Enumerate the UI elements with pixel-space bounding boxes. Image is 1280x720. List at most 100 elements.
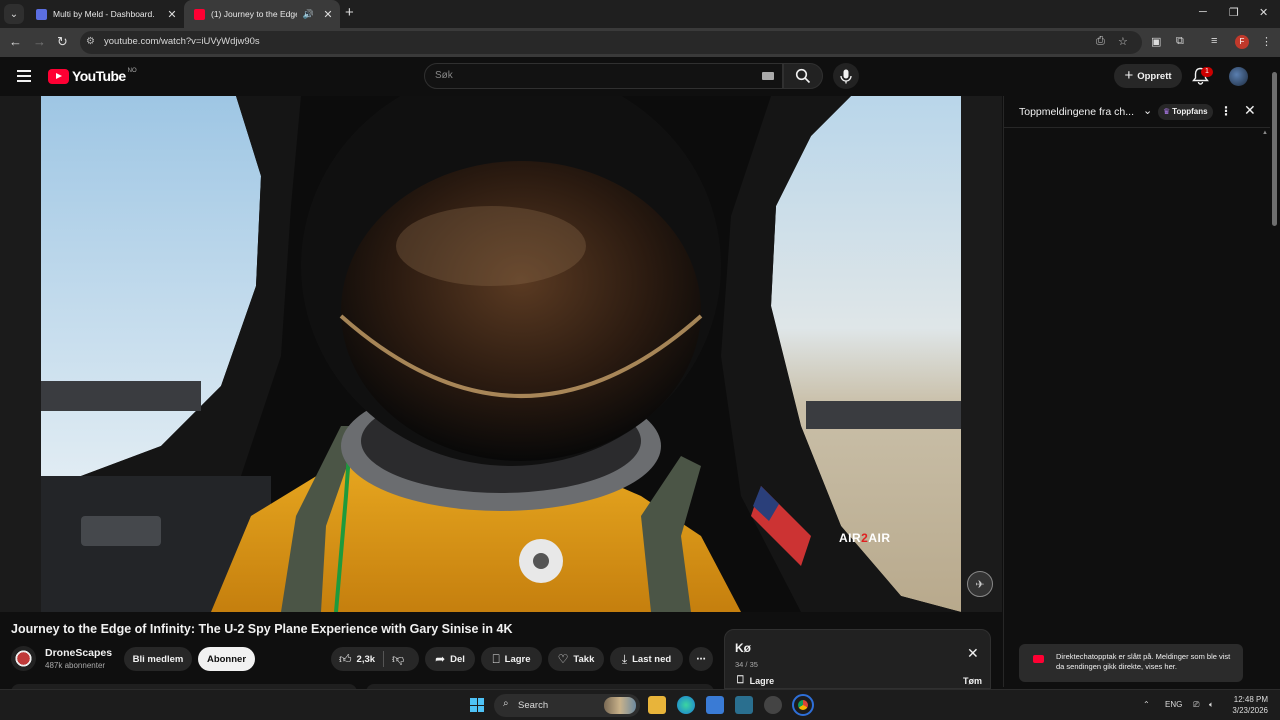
search-highlight-image	[604, 697, 636, 714]
back-arrow-icon[interactable]: ←	[9, 34, 22, 49]
minimize-icon[interactable]: ─	[1199, 6, 1207, 18]
channel-name[interactable]: DroneScapes	[45, 647, 112, 659]
search-input[interactable]	[435, 70, 735, 81]
video-player[interactable]: AIR2AIR	[41, 96, 961, 612]
network-icon[interactable]: ⎚	[1193, 700, 1199, 710]
thanks-button[interactable]: ♡ Takk	[548, 647, 604, 671]
toast-message: Direktechatopptak er slått på. Meldinger…	[1056, 652, 1231, 671]
address-bar[interactable]: ⚙ youtube.com/watch?v=iUVyWdjw90s ⎙ ☆	[80, 31, 1142, 54]
crown-icon: ♛	[1163, 107, 1171, 116]
chrome-browser-icon[interactable]	[792, 694, 814, 716]
chat-app-icon[interactable]	[764, 696, 782, 714]
search-icon: ⌕	[503, 698, 509, 709]
tab-close-icon[interactable]: ✕	[164, 8, 180, 21]
ambient-left	[0, 96, 41, 612]
speaker-icon[interactable]: 🔊	[303, 9, 314, 20]
keyboard-icon[interactable]	[762, 72, 774, 80]
share-button[interactable]: ➦ Del	[425, 647, 475, 671]
clock-date: 3/23/2026	[1232, 706, 1268, 715]
browser-menu-icon[interactable]: ⋮	[1261, 35, 1272, 48]
queue-title: Kø	[735, 641, 751, 655]
queue-panel: Kø 34 / 35 ✕ ⎕ Lagre Tøm	[724, 629, 991, 689]
more-actions-button[interactable]: ⋯	[689, 647, 713, 671]
like-dislike-group: 👍︎ 2,3k 👎︎	[331, 647, 419, 671]
more-horizontal-icon: ⋯	[696, 653, 706, 665]
country-code: NO	[127, 68, 137, 74]
search-button[interactable]	[783, 63, 823, 89]
search-icon	[795, 68, 811, 84]
subscriber-count: 487k abonnenter	[45, 661, 106, 670]
download-icon: ⤓	[621, 651, 628, 666]
bookmark-star-icon[interactable]: ☆	[1118, 35, 1128, 48]
like-divider	[383, 651, 385, 667]
url-text[interactable]: youtube.com/watch?v=iUVyWdjw90s	[104, 36, 260, 47]
browser-tab-strip: ⌄ Multi by Meld - Dashboard. ✕ (1) Journ…	[0, 0, 1280, 28]
video-title: Journey to the Edge of Infinity: The U-2…	[11, 622, 513, 636]
thumbs-up-icon[interactable]: 👍︎	[339, 652, 352, 667]
forward-arrow-icon[interactable]: →	[33, 34, 46, 49]
account-avatar[interactable]	[1229, 67, 1248, 86]
save-button[interactable]: ⎕ Lagre	[481, 647, 542, 671]
search-box[interactable]	[424, 63, 783, 89]
input-language[interactable]: ENG	[1165, 700, 1182, 709]
subscribe-button[interactable]: Abonner	[198, 647, 255, 671]
create-button[interactable]: + Opprett	[1114, 64, 1182, 88]
reload-icon[interactable]: ↻	[57, 34, 68, 50]
youtube-header: YouTube NO	[0, 57, 1280, 95]
browser-toolbar: ← → ↻ ⚙ youtube.com/watch?v=iUVyWdjw90s …	[0, 28, 1280, 57]
windows-start-icon[interactable]	[470, 698, 484, 712]
snipping-tool-icon[interactable]	[735, 696, 753, 714]
plus-icon: +	[1124, 66, 1134, 84]
youtube-favicon-icon	[194, 8, 205, 20]
chat-close-icon[interactable]: ✕	[1244, 102, 1256, 119]
page-scrollbar[interactable]	[1272, 72, 1277, 226]
like-count[interactable]: 2,3k	[357, 654, 376, 665]
bookmark-icon: ⎕	[492, 651, 500, 666]
windows-taskbar: ⌕ Search ⌃ ENG ⎚ 🔈︎ 12:48 PM 3/23/2026	[0, 689, 1280, 720]
clock-time: 12:48 PM	[1233, 695, 1268, 704]
download-button[interactable]: ⤓ Last ned	[610, 647, 683, 671]
taskbar-clock[interactable]: 12:48 PM 3/23/2026	[1226, 694, 1268, 716]
topfans-badge[interactable]: ♛ Toppfans	[1158, 104, 1213, 120]
voice-search-button[interactable]	[833, 63, 859, 89]
queue-close-icon[interactable]: ✕	[967, 645, 979, 662]
chat-more-icon[interactable]: ⋮	[1220, 104, 1232, 118]
install-app-icon[interactable]: ⎙	[1096, 35, 1105, 48]
site-info-icon[interactable]: ⚙	[86, 36, 95, 47]
tab-close-icon[interactable]: ✕	[320, 8, 336, 21]
chat-scroll-up-icon[interactable]: ▲	[1262, 130, 1268, 136]
extensions-icon[interactable]: ⧉	[1176, 35, 1184, 48]
browser-tab-youtube[interactable]: (1) Journey to the Edge of In 🔊 ✕	[184, 0, 340, 28]
queue-save-button[interactable]: ⎕ Lagre	[737, 674, 774, 687]
tab-search-chevron-icon[interactable]: ⌄	[4, 4, 24, 24]
tab-groups-icon[interactable]: ▣	[1151, 35, 1161, 48]
menu-hamburger-icon[interactable]	[17, 70, 31, 85]
chat-header: Toppmeldingene fra ch... ⌄ ♛ Toppfans ⋮ ✕	[1004, 96, 1270, 128]
tab-title: (1) Journey to the Edge of In	[211, 9, 297, 19]
tab-title: Multi by Meld - Dashboard.	[53, 9, 155, 19]
file-explorer-icon[interactable]	[648, 696, 666, 714]
media-controls-icon[interactable]: ≡	[1211, 35, 1217, 47]
join-button[interactable]: Bli medlem	[124, 647, 192, 671]
window-close-icon[interactable]: ✕	[1259, 6, 1268, 19]
volume-icon[interactable]: 🔈︎	[1209, 700, 1214, 710]
youtube-logo[interactable]: YouTube NO	[48, 68, 137, 84]
chevron-down-icon[interactable]: ⌄	[1143, 104, 1152, 117]
channel-watermark-icon[interactable]: ✈	[967, 571, 993, 597]
channel-avatar[interactable]	[11, 646, 36, 671]
browser-tab-meld[interactable]: Multi by Meld - Dashboard. ✕	[26, 0, 184, 28]
restore-icon[interactable]: ❐	[1229, 6, 1239, 19]
profile-avatar[interactable]: F	[1235, 35, 1249, 49]
edge-browser-icon[interactable]	[677, 696, 695, 714]
youtube-small-icon	[1033, 655, 1044, 663]
taskbar-app-icon[interactable]	[706, 696, 724, 714]
new-tab-plus-icon[interactable]: +	[345, 4, 354, 21]
air2air-watermark: AIR2AIR	[839, 531, 891, 545]
microphone-icon	[840, 69, 852, 83]
thumbs-down-icon[interactable]: 👎︎	[392, 652, 404, 667]
taskbar-search[interactable]: ⌕ Search	[494, 694, 640, 717]
taskbar-search-label: Search	[518, 700, 549, 711]
queue-clear-button[interactable]: Tøm	[963, 676, 982, 686]
tray-overflow-chevron-icon[interactable]: ⌃	[1143, 700, 1150, 709]
chat-mode-title[interactable]: Toppmeldingene fra ch...	[1019, 106, 1134, 118]
